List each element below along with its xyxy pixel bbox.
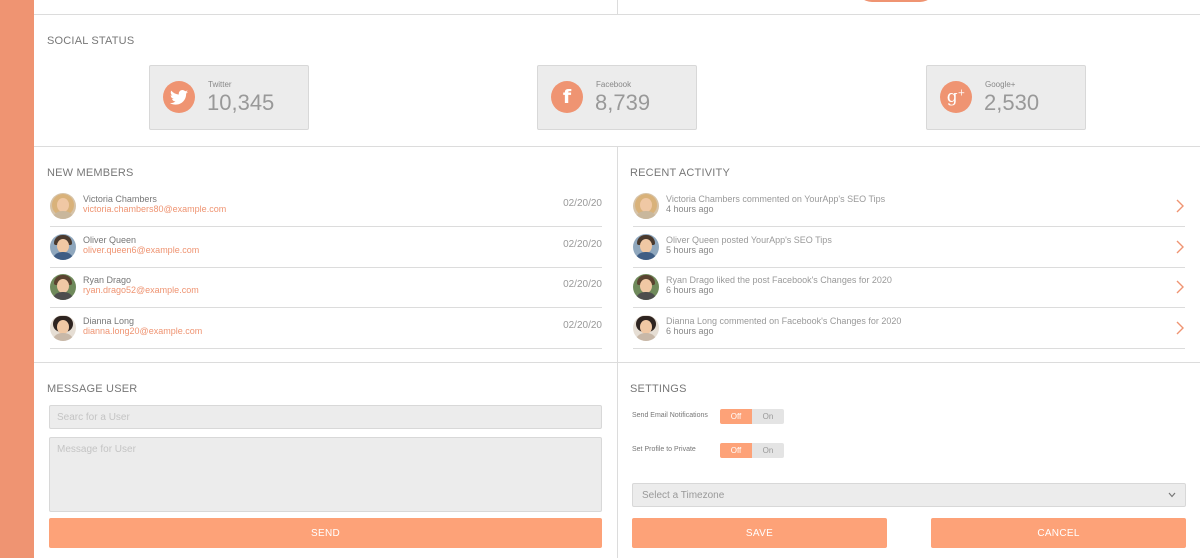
facebook-card: f Facebook 8,739 [537,65,697,130]
message-textarea[interactable] [49,437,602,512]
google-plus-card: g+ Google+ 2,530 [926,65,1086,130]
twitter-card: Twitter 10,345 [149,65,309,130]
member-email[interactable]: dianna.long20@example.com [83,326,202,336]
chevron-right-icon[interactable] [1175,240,1185,254]
toggle-off-option[interactable]: Off [720,443,752,458]
chevron-right-icon[interactable] [1175,280,1185,294]
twitter-icon [163,81,195,113]
avatar [633,234,659,260]
avatar [50,234,76,260]
avatar [50,193,76,219]
member-date: 02/20/20 [563,198,602,209]
social-status-title: SOCIAL STATUS [47,35,135,47]
timezone-select-value: Select a Timezone [642,489,725,501]
main-content: SOCIAL STATUS Twitter 10,345 f Facebook … [34,0,1200,558]
member-email[interactable]: oliver.queen6@example.com [83,245,199,255]
toggle-on-option[interactable]: On [752,443,784,458]
toggle-off-option[interactable]: Off [720,409,752,424]
member-row[interactable]: Victoria Chambers victoria.chambers80@ex… [50,187,602,227]
member-row[interactable]: Oliver Queen oliver.queen6@example.com 0… [50,228,602,268]
social-name: Facebook [596,80,632,89]
avatar [50,315,76,341]
partial-graphic [856,0,936,2]
chevron-right-icon[interactable] [1175,321,1185,335]
send-button[interactable]: SEND [49,518,602,548]
member-date: 02/20/20 [563,279,602,290]
member-name: Dianna Long [83,316,135,326]
cancel-button[interactable]: CANCEL [931,518,1186,548]
chevron-right-icon[interactable] [1175,199,1185,213]
recent-activity-title: RECENT ACTIVITY [630,167,730,179]
member-email[interactable]: victoria.chambers80@example.com [83,204,226,214]
divider [34,14,1200,15]
save-button[interactable]: SAVE [632,518,887,548]
email-notifications-label: Send Email Notifications [632,412,708,419]
activity-time: 4 hours ago [666,204,714,214]
profile-private-label: Set Profile to Private [632,446,696,453]
divider [617,0,618,14]
toggle-on-option[interactable]: On [752,409,784,424]
facebook-icon: f [551,81,583,113]
activity-row[interactable]: Victoria Chambers commented on YourApp's… [633,187,1185,227]
social-count: 2,530 [984,90,1040,115]
chevron-down-icon [1168,492,1176,498]
member-date: 02/20/20 [563,239,602,250]
activity-row[interactable]: Dianna Long commented on Facebook's Chan… [633,309,1185,349]
activity-time: 6 hours ago [666,326,714,336]
email-notifications-toggle[interactable]: Off On [720,409,784,424]
new-members-title: NEW MEMBERS [47,167,134,179]
activity-text: Dianna Long commented on Facebook's Chan… [666,316,902,326]
activity-row[interactable]: Oliver Queen posted YourApp's SEO Tips 5… [633,228,1185,268]
social-name: Google+ [985,80,1016,89]
avatar [50,274,76,300]
member-email[interactable]: ryan.drago52@example.com [83,285,199,295]
avatar [633,315,659,341]
member-name: Oliver Queen [83,235,137,245]
avatar [633,193,659,219]
member-row[interactable]: Ryan Drago ryan.drago52@example.com 02/2… [50,268,602,308]
sidebar [0,0,34,558]
divider [34,362,1200,363]
profile-private-toggle[interactable]: Off On [720,443,784,458]
activity-row[interactable]: Ryan Drago liked the post Facebook's Cha… [633,268,1185,308]
divider [617,146,618,558]
member-name: Ryan Drago [83,275,132,285]
social-name: Twitter [208,80,232,89]
activity-text: Victoria Chambers commented on YourApp's… [666,194,886,204]
social-count: 10,345 [207,90,275,115]
activity-text: Oliver Queen posted YourApp's SEO Tips [666,235,832,245]
activity-text: Ryan Drago liked the post Facebook's Cha… [666,275,892,285]
activity-time: 6 hours ago [666,285,714,295]
message-user-title: MESSAGE USER [47,383,138,395]
timezone-select[interactable]: Select a Timezone [632,483,1186,507]
member-name: Victoria Chambers [83,194,157,204]
activity-time: 5 hours ago [666,245,714,255]
settings-title: SETTINGS [630,383,687,395]
member-row[interactable]: Dianna Long dianna.long20@example.com 02… [50,309,602,349]
google-plus-icon: g+ [940,81,972,113]
social-count: 8,739 [595,90,651,115]
member-date: 02/20/20 [563,320,602,331]
search-user-input[interactable] [49,405,602,429]
avatar [633,274,659,300]
